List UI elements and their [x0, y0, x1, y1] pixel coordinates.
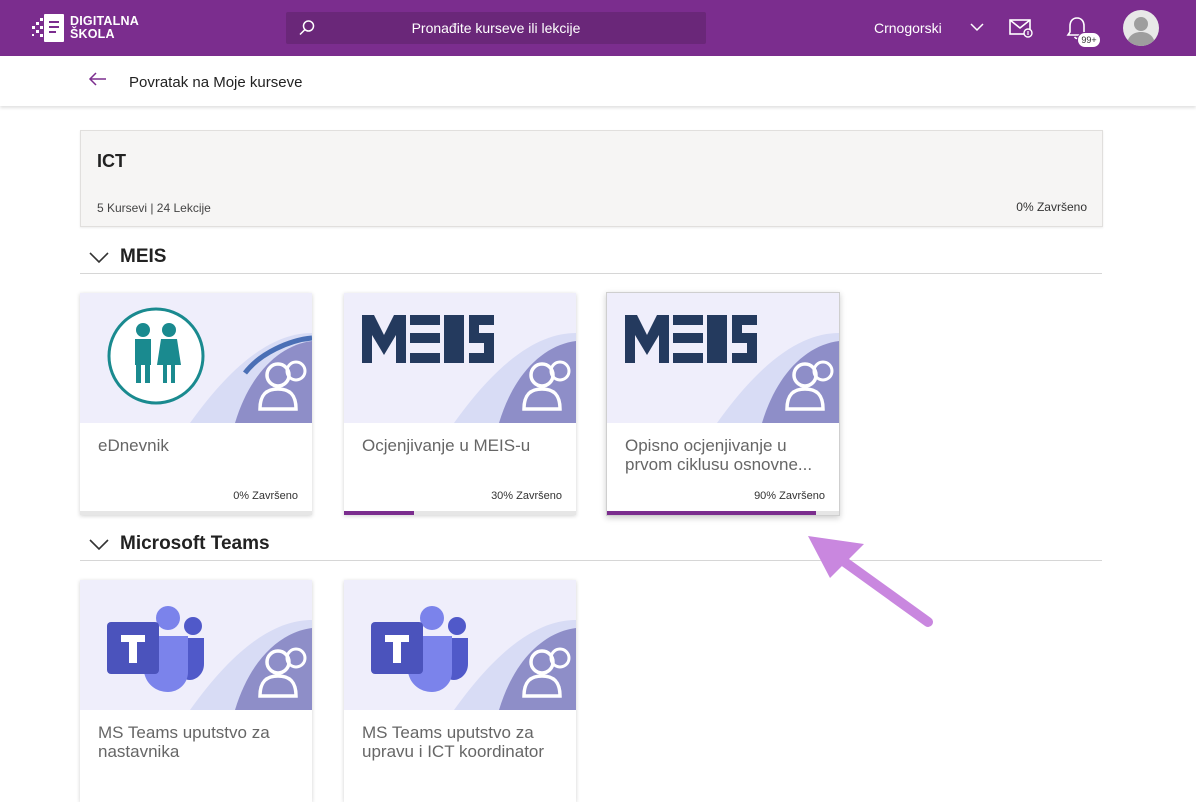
section-title: MEIS: [120, 246, 167, 267]
teams-logo: [371, 606, 468, 692]
course-card[interactable]: Ocjenjivanje u MEIS-u 30% Završeno: [344, 293, 576, 515]
chevron-down-icon[interactable]: [89, 252, 109, 264]
course-card[interactable]: Opisno ocjenjivanje u prvom ciklusu osno…: [606, 292, 840, 516]
card-title: MS Teams uputstvo za nastavnika: [98, 723, 270, 761]
meis-logo: [362, 315, 494, 363]
card-bg-shape: [107, 606, 312, 710]
students-icon: [107, 307, 205, 405]
progress-bar: [607, 511, 839, 515]
user-avatar-icon: [1127, 17, 1155, 46]
card-bg-shape: [371, 606, 576, 710]
progress-bar: [344, 511, 576, 515]
course-title: ICT: [97, 151, 126, 171]
section-microsoft-teams[interactable]: Microsoft Teams: [80, 530, 1102, 561]
top-bar: DIGITALNA ŠKOLA Pronađite kurseve ili le…: [0, 0, 1196, 56]
course-header: ICT 5 Kursevi | 24 Lekcije 0% Završeno: [80, 130, 1103, 227]
progress-bar: [80, 511, 312, 515]
progress-fill: [607, 511, 816, 515]
card-bg-shape: [625, 315, 839, 423]
logo[interactable]: DIGITALNA ŠKOLA: [30, 11, 139, 45]
progress-fill: [344, 511, 414, 515]
card-progress-label: 90% Završeno: [754, 490, 825, 502]
search-input[interactable]: Pronađite kurseve ili lekcije: [286, 12, 706, 44]
teams-logo: [107, 606, 204, 692]
search-placeholder: Pronađite kurseve ili lekcije: [411, 20, 581, 36]
card-thumbnail: [80, 580, 312, 710]
back-bar: Povratak na Moje kurseve: [0, 56, 1196, 106]
chevron-down-icon[interactable]: [970, 22, 984, 32]
section-meis[interactable]: MEIS: [80, 243, 1102, 274]
course-card[interactable]: MS Teams uputstvo za nastavnika: [80, 580, 312, 802]
chevron-down-icon[interactable]: [89, 539, 109, 551]
arrow-left-icon[interactable]: [88, 71, 108, 87]
card-thumbnail: [344, 293, 576, 423]
card-title: Ocjenjivanje u MEIS-u: [362, 436, 531, 455]
card-title: MS Teams uputstvo za upravu i ICT koordi…: [362, 723, 545, 761]
mail-icon[interactable]: [1008, 16, 1034, 40]
avatar[interactable]: [1123, 10, 1159, 46]
annotation-arrow-icon: [808, 536, 933, 627]
language-selector[interactable]: Crnogorski: [874, 20, 942, 36]
course-card[interactable]: MS Teams uputstvo za upravu i ICT koordi…: [344, 580, 576, 802]
course-card[interactable]: eDnevnik 0% Završeno: [80, 293, 312, 515]
course-progress: 0% Završeno: [1016, 200, 1087, 214]
meis-logo: [625, 315, 757, 363]
card-progress-label: 30% Završeno: [491, 490, 562, 502]
logo-line2: ŠKOLA: [70, 27, 115, 41]
card-bg-shape: [362, 315, 576, 423]
card-title: eDnevnik: [98, 436, 169, 455]
section-title: Microsoft Teams: [120, 533, 270, 554]
notification-badge: 99+: [1077, 32, 1101, 48]
course-meta: 5 Kursevi | 24 Lekcije: [97, 201, 211, 215]
logo-icon: [32, 14, 64, 42]
back-link[interactable]: Povratak na Moje kurseve: [129, 74, 302, 91]
card-thumbnail: [344, 580, 576, 710]
card-progress-label: 0% Završeno: [233, 490, 298, 502]
card-thumbnail: [607, 293, 839, 423]
card-thumbnail: [80, 293, 312, 423]
card-title: Opisno ocjenjivanje u prvom ciklusu osno…: [625, 436, 813, 474]
